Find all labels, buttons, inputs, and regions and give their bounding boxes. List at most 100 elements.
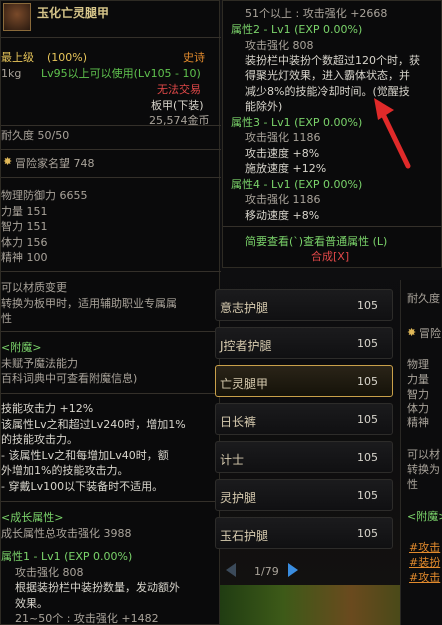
- growth-header: <成长属性>: [1, 511, 64, 524]
- attr3-line: 攻击强化 1186: [245, 131, 321, 144]
- attr3-line: 施放速度 +12%: [245, 162, 327, 175]
- list-item-level: 105: [357, 337, 378, 350]
- growth-total: 成长属性总攻击强化 3988: [1, 527, 132, 540]
- material-change: 可以材: [407, 448, 440, 461]
- divider: [1, 501, 221, 502]
- stat-line: 智力: [407, 388, 429, 401]
- max-level: 最上级: [1, 51, 34, 64]
- skill-line: 外增加1%的技能攻击力。: [1, 464, 129, 477]
- stat-line: 精神 100: [1, 251, 48, 264]
- list-item[interactable]: 计士 105: [215, 441, 393, 473]
- list-item[interactable]: J控者护腿 105: [215, 327, 393, 359]
- durability: 耐久度: [407, 292, 440, 305]
- list-item-level: 105: [357, 489, 378, 502]
- next-page-button[interactable]: [288, 563, 298, 577]
- attr2-desc: 减少8%的技能冷却时间。(觉醒技: [245, 85, 410, 98]
- skill-line: 的技能攻击力。: [1, 433, 78, 446]
- item-slot: 板甲(下装): [151, 99, 204, 112]
- stat-line: 物理: [407, 358, 429, 371]
- weight: 1kg: [1, 67, 22, 80]
- enchant-line: 未赋予魔法能力: [1, 357, 78, 370]
- divider: [1, 331, 221, 332]
- fame-icon: ✸: [3, 155, 13, 168]
- material-change: 可以材质变更: [1, 281, 67, 294]
- list-item-name: J控者护腿: [220, 339, 272, 353]
- attr1-line-top: 51个以上 : 攻击强化 +2668: [245, 7, 388, 20]
- partial-tooltip-right: 耐久度 ✸ 冒险 物理 力量 智力 体力 精神 可以材 转换为 性 <附魔> #…: [400, 280, 442, 625]
- attr2-desc: 得聚光灯效果，进入霸体状态，并: [245, 69, 410, 82]
- convert-note-2: 性: [407, 478, 418, 491]
- attr1-line: 21~50个 : 攻击强化 +1482: [15, 612, 159, 625]
- left-item-tooltip: 玉化亡灵腿甲 最上级 (100%) 史诗 1kg Lv95以上可以使用(Lv10…: [0, 0, 221, 625]
- divider: [223, 226, 442, 227]
- attr2-header: 属性2 - Lv1 (EXP 0.00%): [231, 23, 363, 36]
- enchant-header: <附魔>: [1, 341, 42, 354]
- stat-line: 体力: [407, 402, 429, 415]
- stat-line: 智力 151: [1, 220, 48, 233]
- max-level-pct: (100%): [47, 51, 88, 64]
- convert-note: 转换为板甲时，适用辅助职业专属属: [1, 297, 177, 310]
- level-requirement: Lv95以上可以使用(Lv105 - 10): [41, 67, 201, 80]
- divider: [1, 393, 221, 394]
- divider: [1, 149, 221, 150]
- trade-status: 无法交易: [157, 83, 201, 96]
- prev-page-button[interactable]: [226, 563, 236, 577]
- attr1-line: 根据装扮栏中装扮数量，发动额外: [15, 581, 180, 594]
- divider: [1, 37, 221, 38]
- skill-line: - 穿戴Lv100以下装备时不适用。: [1, 480, 164, 493]
- synthesize-link[interactable]: 合成[X]: [311, 250, 349, 263]
- list-item-level: 105: [357, 413, 378, 426]
- convert-note: 转换为: [407, 463, 440, 476]
- enchant-header: <附魔>: [407, 510, 442, 523]
- attr2-atk: 攻击强化 808: [245, 39, 314, 52]
- item-icon: [3, 3, 31, 31]
- page-indicator: 1/79: [254, 565, 279, 578]
- list-item[interactable]: 玉石护腿 105: [215, 517, 393, 549]
- list-item-level: 105: [357, 299, 378, 312]
- attr3-line: 攻击速度 +8%: [245, 147, 320, 160]
- list-item[interactable]: 意志护腿 105: [215, 289, 393, 321]
- list-item-name: 计士: [220, 453, 245, 467]
- brief-view-link[interactable]: 简要查看(`)查看普通属性 (L): [245, 235, 387, 248]
- rarity: 史诗: [183, 51, 205, 64]
- list-item[interactable]: 灵护腿 105: [215, 479, 393, 511]
- list-item-selected[interactable]: 亡灵腿甲 105: [215, 365, 393, 397]
- attr4-line: 移动速度 +8%: [245, 209, 320, 222]
- adventurer-fame: 冒险家名望 748: [15, 157, 95, 170]
- list-item-level: 105: [357, 451, 378, 464]
- attr2-desc: 能除外): [245, 100, 283, 113]
- attr2-desc: 装扮栏中装扮个数超过120个时，获: [245, 54, 420, 67]
- item-name: 玉化亡灵腿甲: [37, 6, 110, 20]
- stat-line: 体力 156: [1, 236, 48, 249]
- attr1-line: 攻击强化 808: [15, 566, 84, 579]
- attr3-header: 属性3 - Lv1 (EXP 0.00%): [231, 116, 363, 129]
- attr4-header: 属性4 - Lv1 (EXP 0.00%): [231, 178, 363, 191]
- list-item[interactable]: 日长裤 105: [215, 403, 393, 435]
- list-item-name: 意志护腿: [220, 301, 269, 315]
- skill-attack: 技能攻击力 +12%: [1, 402, 94, 415]
- enchant-line: #攻击: [409, 571, 441, 584]
- annotation-arrow: [374, 98, 411, 169]
- attr4-line: 攻击强化 1186: [245, 193, 321, 206]
- stat-line: 物理防御力 6655: [1, 189, 88, 202]
- enchant-line: #装扮: [409, 556, 441, 569]
- list-item-name: 玉石护腿: [220, 529, 269, 543]
- skill-line: - 该属性Lv之和每增加Lv40时，额: [1, 449, 169, 462]
- list-item-name: 灵护腿: [220, 491, 257, 505]
- fame-icon: ✸: [407, 326, 417, 339]
- durability: 耐久度 50/50: [1, 129, 70, 142]
- stat-line: 力量 151: [1, 205, 48, 218]
- divider: [1, 177, 221, 178]
- attr1-line: 效果。: [15, 597, 48, 610]
- skill-line: 该属性Lv之和超过Lv240时，增加1%: [1, 418, 186, 431]
- enchant-line: 百科词典中可查看附魔信息): [1, 372, 138, 385]
- stat-line: 精神: [407, 416, 429, 429]
- list-item-name: 亡灵腿甲: [220, 377, 269, 391]
- stat-line: 力量: [407, 373, 429, 386]
- divider: [1, 271, 221, 272]
- list-item-level: 105: [357, 527, 378, 540]
- attr1-header: 属性1 - Lv1 (EXP 0.00%): [1, 550, 133, 563]
- enchant-line: #攻击: [409, 541, 441, 554]
- convert-note-2: 性: [1, 312, 12, 325]
- adventurer-fame: 冒险: [419, 327, 441, 340]
